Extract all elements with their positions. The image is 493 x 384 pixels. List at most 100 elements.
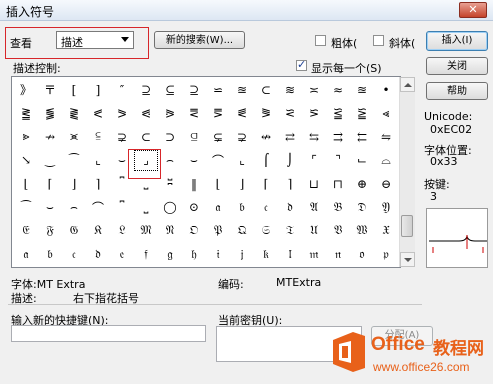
symbol-cell[interactable]: ⌒	[206, 150, 230, 171]
symbol-cell[interactable]: ⊕	[350, 173, 374, 194]
symbol-cell[interactable]: 𝔒	[182, 220, 206, 241]
symbol-cell[interactable]: 𝔦	[206, 244, 230, 265]
symbol-cell[interactable]: ↮	[254, 126, 278, 147]
symbol-cell[interactable]: 𝔖	[254, 220, 278, 241]
symbol-cell[interactable]: 〒	[38, 79, 62, 100]
symbol-cell[interactable]: ⪜	[254, 103, 278, 124]
symbol-cell[interactable]: 𝔇	[350, 197, 374, 218]
symbol-cell[interactable]: ⪓	[38, 103, 62, 124]
symbol-cell[interactable]: ⫅	[86, 126, 110, 147]
symbol-cell[interactable]: ≋	[278, 79, 302, 100]
symbol-cell[interactable]: ⇆	[302, 126, 326, 147]
symbol-cell[interactable]: ⇇	[350, 126, 374, 147]
symbol-cell[interactable]: 𝔔	[230, 220, 254, 241]
symbol-cell[interactable]: ⌠	[254, 150, 278, 171]
scroll-thumb[interactable]	[401, 215, 413, 237]
symbol-cell[interactable]: ⪞	[302, 103, 326, 124]
symbol-cell[interactable]: 𝔏	[110, 220, 134, 241]
symbol-cell[interactable]: ⪢	[14, 126, 38, 147]
symbol-cell[interactable]: 𝔊	[62, 220, 86, 241]
symbol-cell[interactable]: •	[374, 79, 398, 100]
symbol-cell[interactable]: ⪖	[110, 103, 134, 124]
symbol-cell[interactable]: 𝔤	[158, 244, 182, 265]
symbol-cell[interactable]: ⎵	[134, 197, 158, 218]
symbol-cell[interactable]: 𝔑	[158, 220, 182, 241]
symbol-cell[interactable]: ⌓	[374, 150, 398, 171]
symbol-cell[interactable]: 𝔟	[230, 197, 254, 218]
symbol-cell[interactable]: 𝔡	[86, 244, 110, 265]
symbol-cell[interactable]: ⪗	[134, 103, 158, 124]
symbol-cell[interactable]: ⌣	[38, 197, 62, 218]
symbol-cell[interactable]: 𝔠	[254, 197, 278, 218]
symbol-cell[interactable]: 𝔈	[14, 220, 38, 241]
symbol-cell[interactable]: ↛	[38, 126, 62, 147]
symbol-cell[interactable]: ⌊	[14, 173, 38, 194]
scroll-up-icon[interactable]	[400, 77, 415, 92]
symbol-cell[interactable]: ⌈	[254, 173, 278, 194]
symbol-cell[interactable]: ⊂	[254, 79, 278, 100]
symbol-cell[interactable]: ⊇	[134, 79, 158, 100]
symbol-cell[interactable]: 𝔠	[62, 244, 86, 265]
symbol-cell[interactable]: ⌡	[278, 150, 302, 171]
symbol-cell[interactable]: 𝔅	[326, 197, 350, 218]
symbol-cell[interactable]: ⪛	[230, 103, 254, 124]
symbol-cell[interactable]: ⌞	[86, 150, 110, 171]
close-x-icon[interactable]: ✕	[459, 2, 487, 18]
symbol-cell[interactable]: 𝔣	[134, 244, 158, 265]
symbol-cell[interactable]: ≈	[326, 79, 350, 100]
symbol-cell[interactable]: ⊔	[302, 173, 326, 194]
symbol-cell[interactable]: ⌢	[62, 197, 86, 218]
symbol-cell[interactable]: ⋍	[206, 79, 230, 100]
show-each-checkbox[interactable]	[296, 58, 307, 71]
symbol-cell[interactable]: ⎴	[110, 197, 134, 218]
symbol-cell[interactable]: ⪘	[158, 103, 182, 124]
help-button[interactable]: 帮助	[426, 82, 488, 100]
symbol-cell[interactable]: ⊊	[206, 126, 230, 147]
symbol-cell[interactable]: ⊓	[326, 173, 350, 194]
symbol-cell[interactable]: ⪕	[86, 103, 110, 124]
symbol-cell[interactable]: ⪔	[62, 103, 86, 124]
symbol-cell[interactable]: 𝔟	[38, 244, 62, 265]
symbol-cell[interactable]: ⇋	[374, 126, 398, 147]
symbol-cell[interactable]: ↘	[14, 150, 38, 171]
symbol-cell[interactable]: ‿	[38, 150, 62, 171]
symbol-cell[interactable]: 𝔄	[302, 197, 326, 218]
symbol-cell[interactable]: 𝔥	[182, 244, 206, 265]
symbol-cell[interactable]: ◯	[158, 197, 182, 218]
symbol-cell[interactable]: ⊋	[230, 126, 254, 147]
symbol-cell[interactable]: 》	[14, 79, 38, 100]
symbol-cell[interactable]: ⊖	[374, 173, 398, 194]
symbol-cell[interactable]: ⪒	[14, 103, 38, 124]
symbol-cell[interactable]: ⌙	[350, 150, 374, 171]
symbol-cell[interactable]: ⎶	[158, 173, 182, 194]
symbol-cell[interactable]: ⊋	[110, 126, 134, 147]
symbol-cell[interactable]: 𝔡	[278, 197, 302, 218]
symbol-cell[interactable]: ‖	[182, 173, 206, 194]
symbol-cell[interactable]: 𝔬	[350, 244, 374, 265]
symbol-cell[interactable]: ]	[86, 79, 110, 100]
symbol-cell[interactable]: ≍	[302, 79, 326, 100]
grid-scrollbar[interactable]	[399, 77, 415, 267]
symbol-cell[interactable]: 𝔨	[254, 244, 278, 265]
symbol-cell[interactable]: ⪡	[374, 103, 398, 124]
insert-button[interactable]: 插入(I)	[426, 31, 488, 51]
symbol-cell[interactable]: 𝔗	[278, 220, 302, 241]
symbol-cell[interactable]: 𝔘	[302, 220, 326, 241]
symbol-cell[interactable]: ≊	[350, 79, 374, 100]
symbol-cell[interactable]: ⌞	[230, 150, 254, 171]
symbol-cell[interactable]: ⊇	[182, 79, 206, 100]
symbol-cell[interactable]: ⇄	[278, 126, 302, 147]
symbol-cell[interactable]: ≊	[230, 79, 254, 100]
symbol-cell[interactable]: 𝔎	[86, 220, 110, 241]
symbol-cell[interactable]: ⌋	[62, 173, 86, 194]
symbol-cell[interactable]: ⌉	[86, 173, 110, 194]
symbol-cell[interactable]: 𝔙	[326, 220, 350, 241]
symbol-cell[interactable]: ⪚	[206, 103, 230, 124]
new-shortcut-input[interactable]	[11, 325, 206, 342]
symbol-cell[interactable]: 𝔢	[110, 244, 134, 265]
symbol-cell[interactable]: 𝔐	[134, 220, 158, 241]
symbol-cell[interactable]: 𝔓	[206, 220, 230, 241]
symbol-cell[interactable]: 𝔜	[374, 197, 398, 218]
symbol-cell[interactable]: ⊙	[182, 197, 206, 218]
symbol-cell[interactable]: [	[62, 79, 86, 100]
